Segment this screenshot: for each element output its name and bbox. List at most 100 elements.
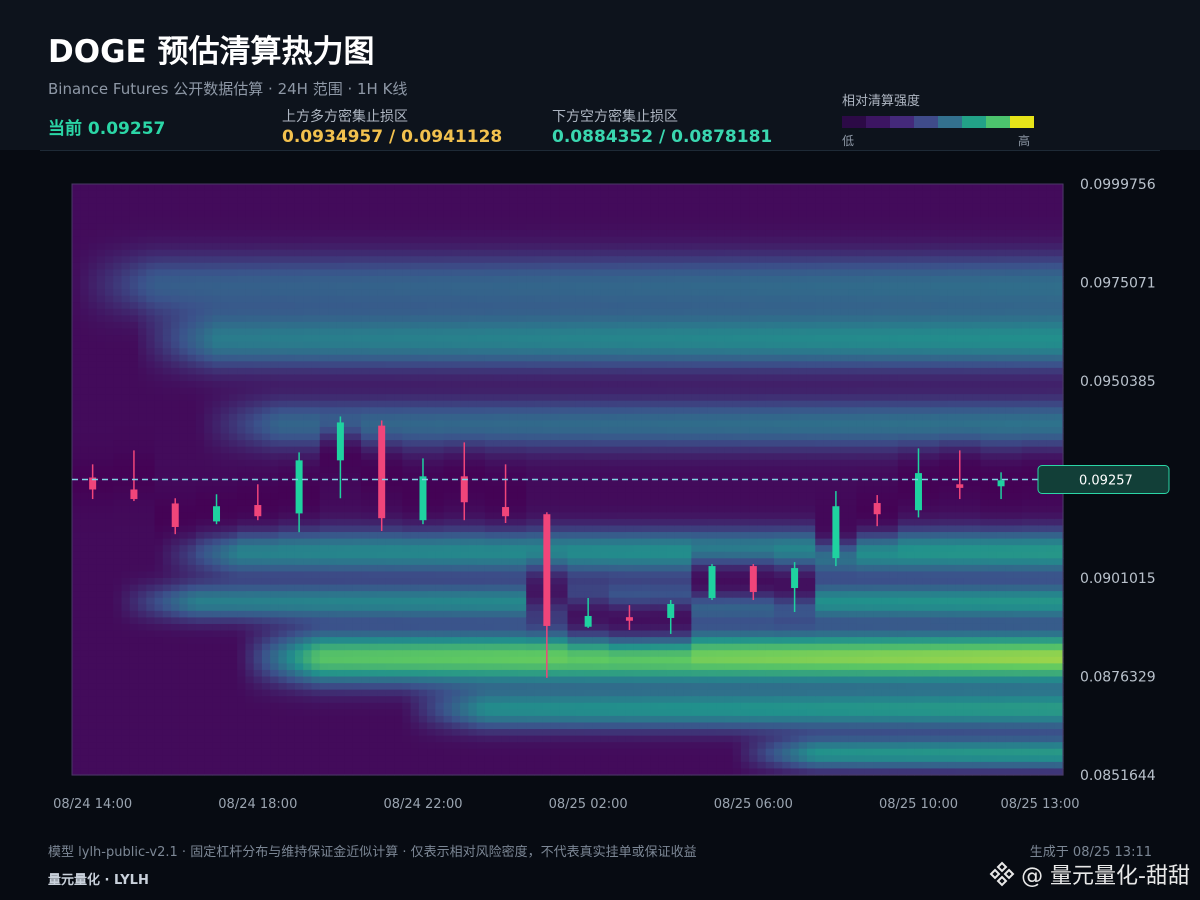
heat-cell: [146, 381, 156, 389]
heat-cell: [286, 295, 296, 303]
heat-cell: [195, 407, 205, 415]
heat-cell: [410, 650, 420, 658]
heat-cell: [435, 361, 445, 369]
heat-cell: [162, 558, 172, 566]
heat-cell: [80, 367, 90, 376]
heat-cell: [96, 742, 106, 750]
heat-cell: [484, 453, 494, 461]
heat-cell: [501, 656, 511, 664]
heat-cell: [245, 755, 255, 763]
heat-cell: [121, 591, 131, 599]
heat-cell: [179, 243, 189, 251]
heat-cell: [171, 630, 180, 638]
heat-cell: [80, 387, 90, 395]
heat-cell: [385, 440, 395, 448]
heat-cell: [468, 295, 478, 303]
heat-cell: [121, 328, 131, 336]
heat-cell: [80, 341, 90, 349]
heat-cell: [517, 650, 527, 658]
heat-cell: [286, 262, 296, 270]
heat-cell: [204, 361, 213, 369]
heat-cell: [402, 282, 412, 290]
heat-cell: [336, 499, 346, 507]
heat-cell: [303, 348, 313, 356]
heat-cell: [484, 328, 494, 336]
heat-cell: [270, 184, 280, 192]
heat-cell: [195, 302, 205, 310]
heat-cell: [220, 236, 230, 244]
heat-cell: [344, 578, 354, 586]
heat-cell: [451, 275, 461, 284]
heat-cell: [154, 243, 164, 251]
heat-cell: [501, 545, 511, 553]
heat-cell: [493, 223, 503, 231]
heat-cell: [286, 676, 296, 684]
heat-cell: [72, 335, 81, 343]
heat-cell: [369, 729, 379, 737]
heat-cell: [138, 630, 147, 638]
heat-cell: [460, 374, 469, 382]
heat-cell: [245, 400, 255, 408]
heat-cell: [237, 262, 247, 270]
heat-cell: [179, 236, 189, 244]
heat-cell: [328, 262, 337, 270]
heat-cell: [493, 381, 503, 389]
heat-cell: [129, 538, 139, 546]
heat-cell: [493, 643, 503, 651]
heat-cell: [328, 328, 337, 336]
heat-cell: [195, 387, 205, 395]
heat-cell: [96, 453, 106, 461]
heat-cell: [278, 433, 288, 441]
heat-cell: [286, 466, 296, 474]
heat-cell: [484, 755, 494, 763]
heat-cell: [402, 420, 412, 428]
heat-cell: [278, 518, 288, 527]
heat-cell: [220, 367, 230, 376]
heat-cell: [138, 532, 147, 540]
heat-cell: [146, 558, 156, 566]
heat-cell: [484, 689, 494, 697]
heat-cell: [418, 328, 428, 336]
heat-cell: [220, 361, 230, 369]
heat-cell: [369, 413, 379, 421]
heat-cell: [435, 669, 445, 678]
heat-cell: [517, 459, 527, 467]
heat-cell: [352, 650, 362, 658]
heat-cell: [129, 729, 139, 737]
heat-cell: [286, 643, 296, 651]
heat-cell: [154, 538, 164, 546]
heat-cell: [451, 216, 461, 224]
heat-cell: [187, 387, 197, 395]
heat-cell: [187, 669, 197, 678]
heat-cell: [121, 486, 131, 494]
heat-cell: [311, 236, 321, 244]
heat-cell: [352, 197, 362, 205]
heat-cell: [311, 505, 321, 513]
heat-cell: [294, 302, 304, 310]
heat-cell: [195, 735, 205, 743]
heat-cell: [179, 361, 189, 369]
heat-cell: [410, 492, 420, 500]
heat-cell: [468, 459, 478, 467]
heat-cell: [121, 571, 131, 579]
heat-cell: [105, 229, 114, 238]
heat-cell: [468, 578, 478, 586]
heat-cell: [418, 197, 428, 205]
heat-cell: [162, 387, 172, 395]
heat-cell: [476, 374, 486, 382]
heat-cell: [138, 381, 147, 389]
heat-cell: [72, 735, 81, 743]
heat-cell: [493, 715, 503, 724]
heat-cell: [237, 492, 247, 500]
lower-zone-label: 下方空方密集止损区: [552, 109, 678, 125]
heat-cell: [468, 420, 478, 428]
heat-cell: [311, 564, 321, 573]
heat-cell: [261, 289, 271, 297]
heat-cell: [352, 229, 362, 238]
heat-cell: [493, 216, 503, 224]
heat-cell: [138, 597, 147, 605]
heat-cell: [328, 315, 337, 323]
heat-cell: [220, 295, 230, 303]
heat-cell: [344, 367, 354, 376]
heat-cell: [468, 597, 478, 605]
